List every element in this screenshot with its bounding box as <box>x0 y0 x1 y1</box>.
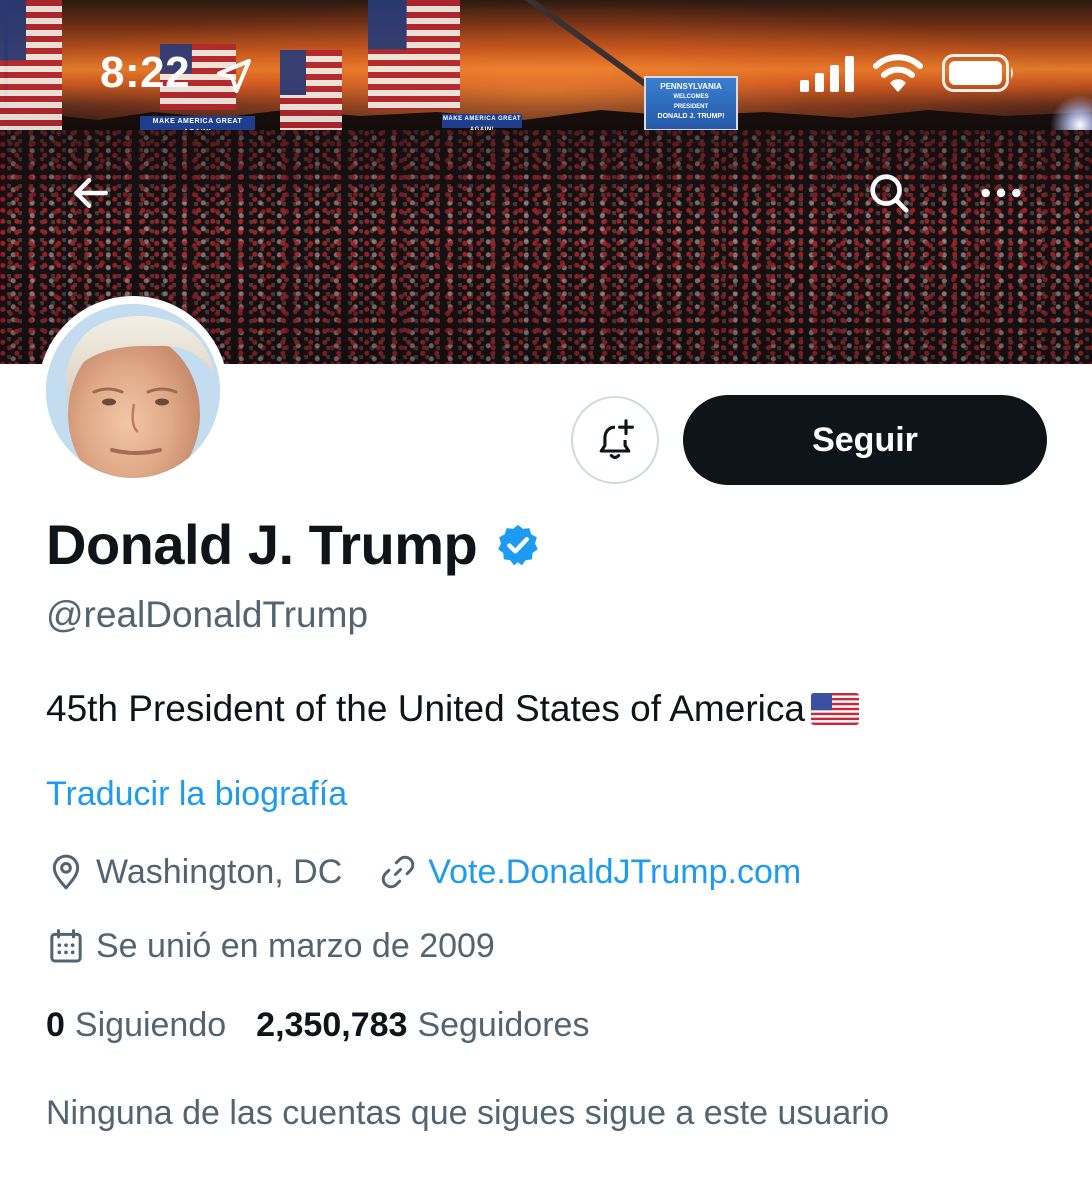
profile-bio: 45th President of the United States of A… <box>46 688 805 729</box>
us-flag-icon <box>810 693 859 725</box>
search-icon <box>870 174 909 213</box>
profile-website-link[interactable]: Vote.DonaldJTrump.com <box>428 853 801 892</box>
location-arrow-icon <box>217 59 251 93</box>
display-name: Donald J. Trump <box>46 513 478 576</box>
more-horizontal-icon <box>981 188 1021 198</box>
status-time: 8:22 <box>100 48 191 97</box>
bell-plus-icon <box>599 419 634 459</box>
following-stat[interactable]: 0 Siguiendo <box>46 1006 226 1045</box>
status-bar: 8:22 <box>0 40 1092 110</box>
translate-bio-link[interactable]: Traducir la biografía <box>46 775 347 814</box>
calendar-icon <box>50 929 82 963</box>
followers-label: Seguidores <box>417 1006 590 1044</box>
back-button[interactable] <box>60 162 122 224</box>
stage-screen-line: DONALD J. TRUMP! <box>657 113 725 120</box>
avatar-portrait <box>46 304 220 478</box>
following-label: Siguiendo <box>74 1006 227 1044</box>
location-pin-icon <box>52 854 80 890</box>
mutual-followers-note: Ninguna de las cuentas que sigues sigue … <box>46 1094 890 1132</box>
profile-meta-row: Washington, DC Vote.DonaldJTrump.com <box>46 852 801 892</box>
arrow-left-icon <box>74 177 108 209</box>
rally-sign: MAKE AMERICA GREAT AGAIN! <box>442 114 522 133</box>
wifi-icon <box>873 54 923 92</box>
battery-icon <box>942 54 1013 92</box>
avatar-photo <box>46 304 220 478</box>
more-options-button[interactable] <box>970 162 1032 224</box>
notifications-button[interactable] <box>571 396 659 484</box>
profile-handle: @realDonaldTrump <box>46 594 369 635</box>
link-icon <box>382 855 415 889</box>
follow-stats: 0 Siguiendo 2,350,783 Seguidores <box>46 1006 589 1045</box>
profile-screen: MAKE AMERICA GREAT AGAIN! MAKE AMERICA G… <box>0 0 1092 1200</box>
followers-stat[interactable]: 2,350,783 Seguidores <box>256 1006 589 1045</box>
profile-avatar[interactable] <box>38 296 228 486</box>
rally-sign: MAKE AMERICA GREAT AGAIN! <box>140 116 255 136</box>
following-count: 0 <box>46 1006 65 1044</box>
display-name-row: Donald J. Trump <box>46 512 541 577</box>
verified-badge-icon <box>498 524 538 565</box>
profile-meta-row: Se unió en marzo de 2009 <box>46 926 495 966</box>
bio-row: 45th President of the United States of A… <box>46 688 859 730</box>
search-button[interactable] <box>858 162 920 224</box>
followers-count: 2,350,783 <box>256 1006 408 1044</box>
profile-location: Washington, DC <box>96 852 343 891</box>
follow-button[interactable]: Seguir <box>683 395 1047 485</box>
profile-join-date: Se unió en marzo de 2009 <box>96 926 495 965</box>
cellular-signal-icon <box>800 56 854 92</box>
